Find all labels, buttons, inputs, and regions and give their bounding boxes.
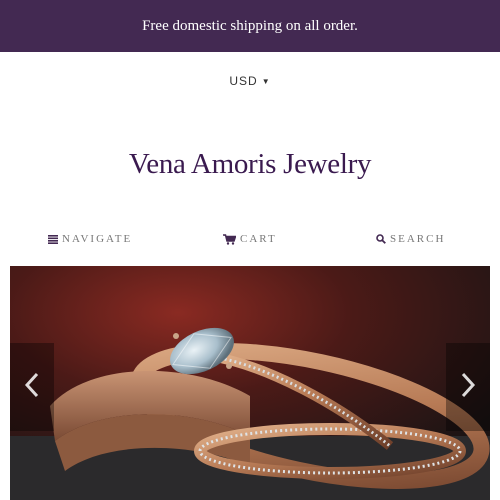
chevron-left-icon — [24, 371, 40, 404]
cart-link[interactable]: Cart — [223, 228, 277, 250]
chevron-right-icon — [460, 371, 476, 404]
store-logo[interactable]: Vena Amoris Jewelry — [0, 142, 500, 186]
search-icon — [376, 234, 386, 244]
hero-slide-image — [10, 266, 490, 500]
currency-value: USD — [229, 74, 258, 88]
shopping-cart-icon — [223, 233, 236, 245]
slide-next-button[interactable] — [446, 343, 490, 431]
announcement-text: Free domestic shipping on all order. — [142, 17, 358, 34]
navigate-button[interactable]: Navigate — [48, 228, 132, 250]
store-name: Vena Amoris Jewelry — [128, 147, 372, 180]
rings-photo — [10, 266, 490, 500]
slide-prev-button[interactable] — [10, 343, 54, 431]
search-label: Search — [390, 233, 446, 245]
search-link[interactable]: Search — [376, 228, 445, 250]
navigate-label: Navigate — [62, 233, 133, 245]
announcement-bar: Free domestic shipping on all order. — [0, 0, 500, 52]
chevron-down-icon: ▼ — [261, 76, 271, 86]
main-nav: Navigate Cart Search — [0, 228, 500, 250]
hamburger-menu-icon — [48, 234, 58, 244]
currency-selector[interactable]: USD ▼ — [0, 72, 500, 90]
cart-label: Cart — [240, 233, 277, 245]
